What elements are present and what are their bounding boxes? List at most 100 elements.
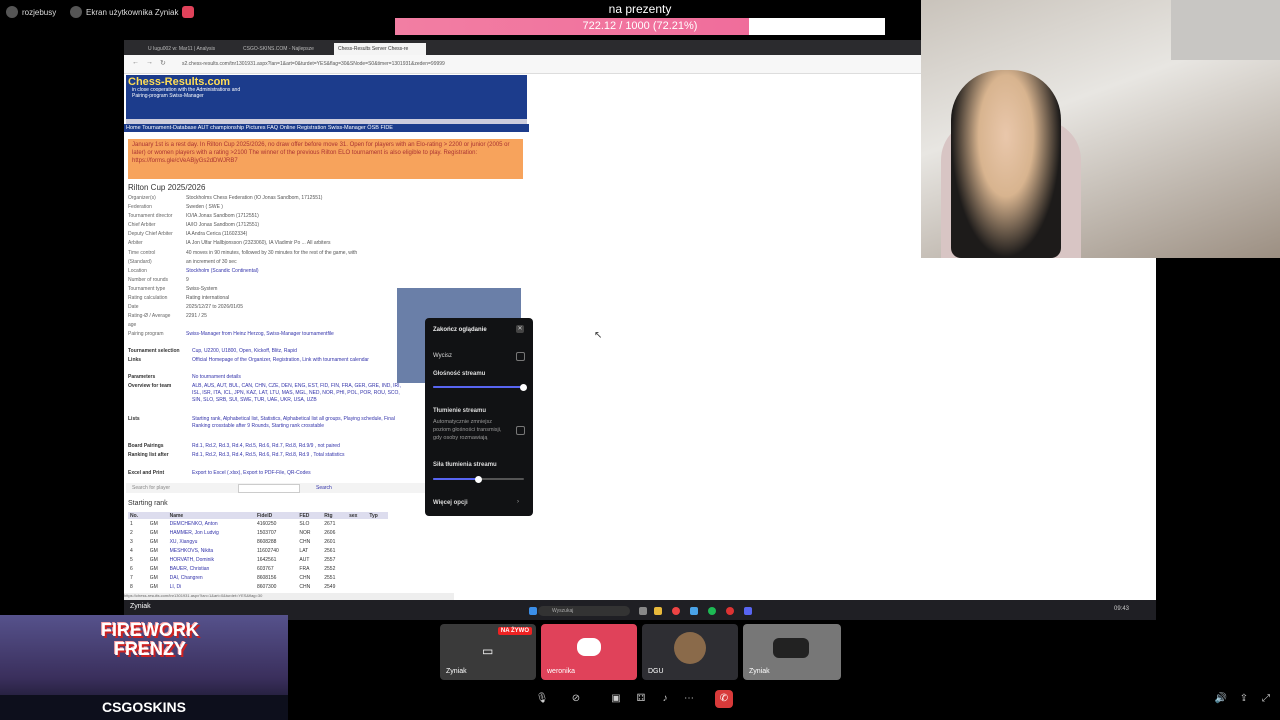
section-links[interactable]: Starting rank, Alphabetical list, Statis… — [192, 416, 408, 443]
top-item-label: Ekran użytkownika Zyniak — [86, 7, 179, 17]
participant-tile[interactable]: DGU — [642, 624, 738, 680]
table-header-cell[interactable]: FideID — [254, 512, 298, 519]
top-item-screen-share[interactable]: Ekran użytkownika Zyniak — [70, 5, 195, 19]
browser-tab-active[interactable]: Chess-Results Server Chess-re — [334, 43, 426, 55]
fullscreen-icon[interactable]: ⤢ — [1257, 690, 1275, 708]
site-nav[interactable]: Home Tournament-Database AUT championshi… — [124, 124, 529, 132]
dampen-checkbox[interactable] — [516, 426, 525, 435]
volume-icon[interactable]: 🔊 — [1212, 690, 1230, 708]
table-header-cell[interactable] — [147, 512, 168, 519]
mute-checkbox[interactable] — [516, 352, 525, 361]
opera-icon[interactable] — [726, 607, 734, 615]
player-name-link[interactable]: MESHKOVS, Nikita — [168, 546, 255, 555]
participant-tile[interactable]: NA ŻYWO ▭ Zyniak — [440, 624, 536, 680]
volume-slider-knob[interactable] — [520, 383, 527, 391]
player-name-link[interactable]: HORVATH, Dominik — [168, 555, 255, 564]
info-value[interactable]: Swiss-Manager from Heinz Herzog, Swiss-M… — [186, 330, 418, 339]
soundboard-icon[interactable]: ♪ — [656, 690, 674, 708]
close-icon[interactable]: ✕ — [516, 325, 524, 333]
table-header-cell[interactable]: FED — [297, 512, 323, 519]
table-header-cell[interactable]: Name — [167, 512, 255, 519]
table-header-row: No. Name FideID FED Rtg sex Typ — [128, 512, 388, 519]
section-row: Board Pairings Rd.1, Rd.2, Rd.3, Rd.4, Rd… — [128, 443, 408, 452]
table-cell — [367, 546, 388, 555]
dampen-strength-slider[interactable] — [433, 475, 524, 483]
section-links[interactable]: Rd.1, Rd.2, Rd.3, Rd.4, Rd.5, Rd.6, Rd.7… — [192, 443, 408, 452]
leave-call-button[interactable]: ✆ — [715, 690, 733, 708]
table-cell — [347, 537, 367, 546]
mouse-cursor-icon: ↖ — [594, 330, 603, 341]
table-header-cell[interactable]: Typ — [367, 512, 388, 519]
player-name-link[interactable]: LI, Di — [168, 583, 255, 592]
info-key: Tournament type — [128, 285, 166, 292]
participant-tile[interactable]: weronika — [541, 624, 637, 680]
camera-off-icon[interactable]: ⊘ — [567, 690, 585, 708]
task-view-icon[interactable] — [639, 607, 647, 615]
screen-owner-label: Zyniak — [130, 603, 151, 610]
table-cell: 8608288 — [256, 538, 277, 545]
table-cell: 2606 — [324, 529, 336, 536]
microphone-icon[interactable]: 🎙 — [533, 690, 551, 708]
section-links[interactable]: Export to Excel (.xlsx), Export to PDF-F… — [192, 470, 408, 479]
more-options-button[interactable]: Więcej opcji — [433, 500, 468, 506]
spotify-icon[interactable] — [708, 607, 716, 615]
starting-rank-title: Starting rank — [128, 500, 168, 507]
taskbar-clock[interactable]: 09:43 — [1114, 606, 1129, 612]
player-name-link[interactable]: DAI, Changren — [168, 574, 255, 583]
table-cell: 4160250 — [256, 520, 277, 527]
url-field[interactable]: s2.chess-results.com/tnr1301931.aspx?lan… — [182, 59, 782, 69]
info-row: Rating-Ø / Average 2291 / 25 — [128, 312, 418, 321]
table-header-cell[interactable]: Rtg — [322, 512, 348, 519]
info-row: Rating calculation Rating international — [128, 294, 418, 303]
webcam-feed — [921, 0, 1280, 258]
taskbar-search[interactable]: Wyszukaj — [538, 606, 630, 616]
stop-watching-button[interactable]: Zakończ oglądanie — [433, 327, 487, 333]
player-name-link[interactable]: XU, Xiangyu — [168, 537, 255, 546]
browser-tab[interactable]: CSGO-SKINS.COM - Najlepsze — [239, 43, 331, 55]
volume-slider[interactable] — [433, 383, 527, 391]
info-key: age — [128, 322, 137, 329]
player-name-link[interactable]: DEMCHENKO, Anton — [168, 519, 255, 528]
info-value: Stockholms Chess Federation (IO Jonas Sa… — [186, 195, 323, 201]
goal-progress-text: 722.12 / 1000 (72.21%) — [582, 20, 698, 32]
activities-icon[interactable]: ⚃ — [632, 690, 650, 708]
top-item-rozjebusy[interactable]: rozjebusy — [6, 5, 56, 19]
windows-start-icon[interactable] — [529, 607, 537, 615]
reload-icon[interactable]: ↻ — [160, 59, 166, 67]
info-row: Organizer(s) Stockholms Chess Federation … — [128, 194, 418, 203]
avatar — [674, 632, 706, 664]
pop-out-icon[interactable]: ⇪ — [1235, 690, 1253, 708]
file-explorer-icon[interactable] — [654, 607, 662, 615]
info-value: IO/IA Jonas Sandbom (1712551) — [186, 213, 259, 220]
search-button[interactable]: Search — [316, 485, 332, 491]
chrome-icon[interactable] — [672, 607, 680, 615]
player-name-link[interactable]: BAUER, Christian — [168, 564, 255, 573]
table-header-cell[interactable]: No. — [128, 512, 148, 519]
section-links[interactable]: No tournament details — [192, 374, 408, 383]
dampen-slider-knob[interactable] — [474, 475, 482, 483]
table-header-cell[interactable]: sex — [347, 512, 368, 519]
participant-name: DGU — [648, 668, 664, 675]
section-key: Parameters — [128, 374, 156, 380]
goal-title: na prezenty — [608, 2, 672, 16]
section-links[interactable]: Official Homepage of the Organizer, Regi… — [192, 357, 408, 374]
discord-icon[interactable] — [744, 607, 752, 615]
more-icon[interactable]: ⋯ — [680, 690, 698, 708]
table-cell: GM — [149, 538, 158, 545]
forward-icon[interactable]: → — [146, 59, 153, 66]
tournament-notice: January 1st is a rest day. In Rilton Cup… — [128, 139, 523, 179]
section-links[interactable]: ALB, AUS, AUT, BUL, CAN, CHN, CZE, DEN, … — [192, 383, 408, 416]
section-links[interactable]: Cup, U2200, U1800, Open, Kickoff, Blitz,… — [192, 348, 408, 357]
player-name-link[interactable]: HAMMER, Jon Ludvig — [168, 528, 255, 537]
browser-tab[interactable]: U Iugu002 w: Mar11 | Analysis — [144, 43, 236, 55]
section-links[interactable]: Rd.1, Rd.2, Rd.3, Rd.4, Rd.5, Rd.6, Rd.7… — [192, 452, 408, 470]
table-row: 1 GM DEMCHENKO, Anton 4160250 SLO 2671 — [128, 519, 388, 528]
telegram-icon[interactable] — [690, 607, 698, 615]
screen-share-icon[interactable]: ▣ — [607, 690, 625, 708]
back-icon[interactable]: ← — [132, 59, 139, 66]
info-value[interactable]: Stockholm (Scandic Continental) — [186, 267, 418, 276]
participant-tile[interactable]: Zyniak — [743, 624, 841, 680]
info-row: Arbiter IA Jon Ulfar Hallbjonsson (232306… — [128, 239, 418, 248]
search-input[interactable] — [238, 484, 300, 493]
game-advertisement[interactable]: FIREWORK FRENZY CSGOSKINS — [0, 615, 288, 720]
